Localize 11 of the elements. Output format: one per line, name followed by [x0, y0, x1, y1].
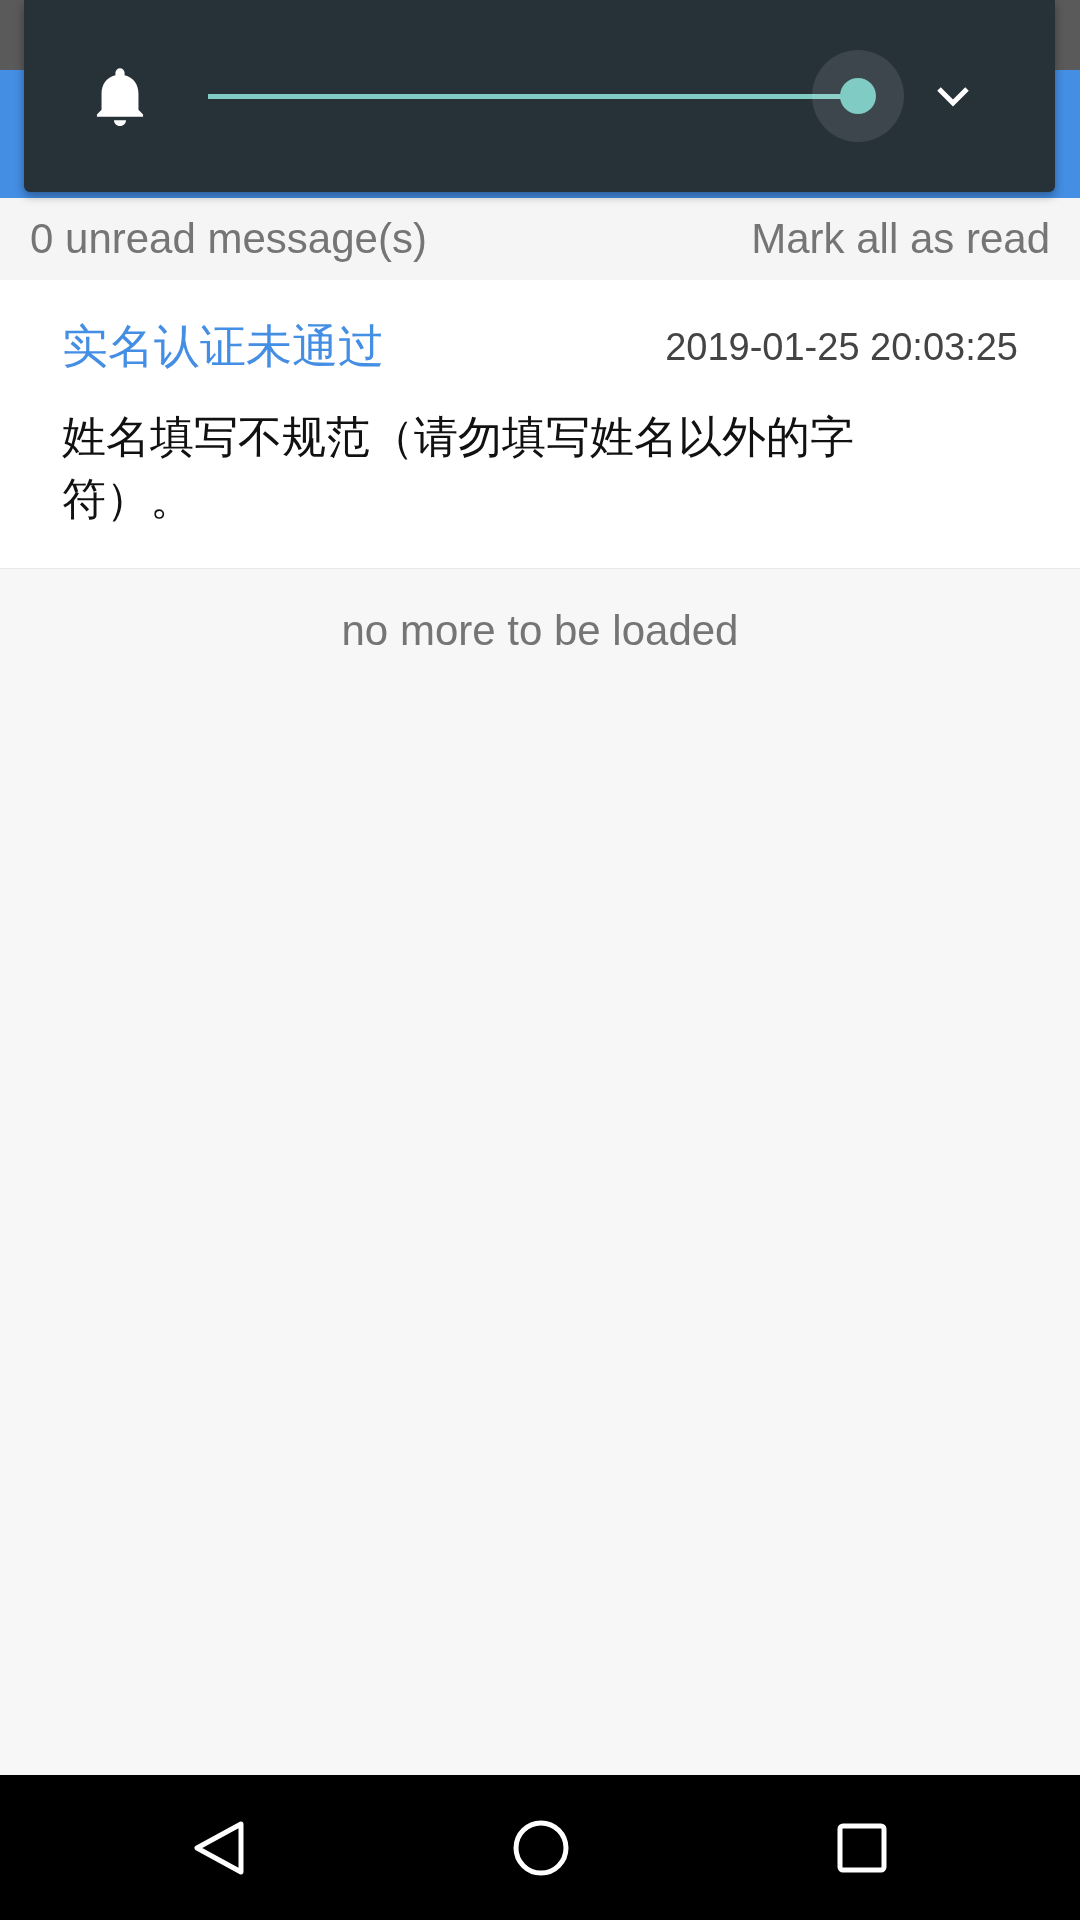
- message-title: 实名认证未通过: [62, 319, 384, 374]
- unread-count: 0 unread message(s): [30, 215, 427, 263]
- home-icon[interactable]: [512, 1818, 570, 1877]
- mark-all-read-link[interactable]: Mark all as read: [751, 215, 1050, 263]
- back-icon[interactable]: [193, 1819, 246, 1876]
- load-status: no more to be loaded: [341, 607, 739, 655]
- recents-icon[interactable]: [836, 1822, 887, 1873]
- chevron-down-icon[interactable]: [936, 85, 970, 107]
- message-body: 姓名填写不规范（请勿填写姓名以外的字符）。: [62, 411, 855, 525]
- message-card[interactable]: 实名认证未通过 2019-01-25 20:03:25 姓名填写不规范（请勿填写姓名以外的字符）。: [0, 280, 1080, 569]
- message-time: 2019-01-25 20:03:25: [665, 325, 1018, 369]
